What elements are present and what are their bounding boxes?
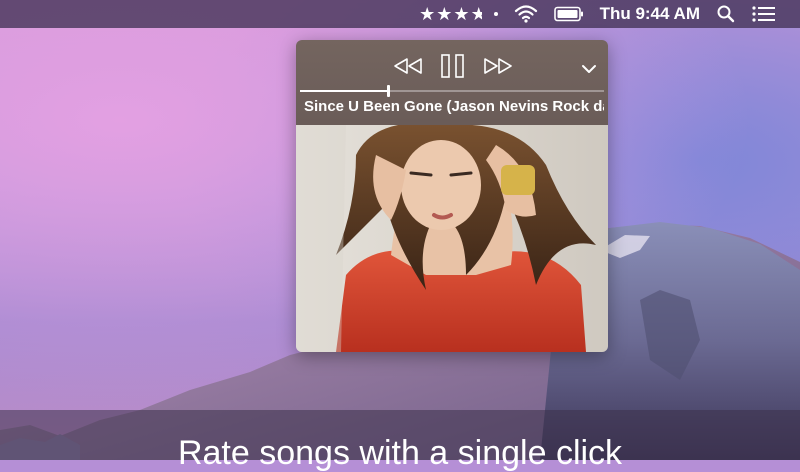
notification-center-icon[interactable] xyxy=(752,0,776,28)
spotlight-search-icon[interactable] xyxy=(716,0,736,28)
playback-scrubber-handle[interactable] xyxy=(387,85,391,97)
battery-icon[interactable] xyxy=(553,0,584,28)
rating-stars[interactable]: ★★★★ xyxy=(419,4,481,25)
rewind-icon[interactable] xyxy=(392,56,424,81)
playback-progress-bar[interactable] xyxy=(300,85,604,97)
menu-bar-clock[interactable]: Thu 9:44 AM xyxy=(600,0,700,28)
player-header: Since U Been Gone (Jason Nevins Rock da xyxy=(296,40,608,125)
fast-forward-icon[interactable] xyxy=(482,56,514,81)
now-playing-popover: Since U Been Gone (Jason Nevins Rock da xyxy=(296,40,608,352)
pause-icon[interactable] xyxy=(440,53,466,84)
song-title: Since U Been Gone (Jason Nevins Rock da xyxy=(304,98,604,115)
chevron-down-icon[interactable] xyxy=(581,61,597,79)
rating-separator-dot xyxy=(493,12,498,16)
playback-progress-fill xyxy=(300,90,389,92)
feature-caption: Rate songs with a single click xyxy=(177,434,623,472)
album-artwork xyxy=(296,125,608,352)
feature-caption-band: Rate songs with a single click xyxy=(0,410,800,470)
star-rating-icon[interactable]: ★★★★ xyxy=(419,0,481,28)
wifi-icon[interactable] xyxy=(514,0,538,28)
menu-bar: ★★★★ Thu 9:44 AM xyxy=(0,0,800,28)
